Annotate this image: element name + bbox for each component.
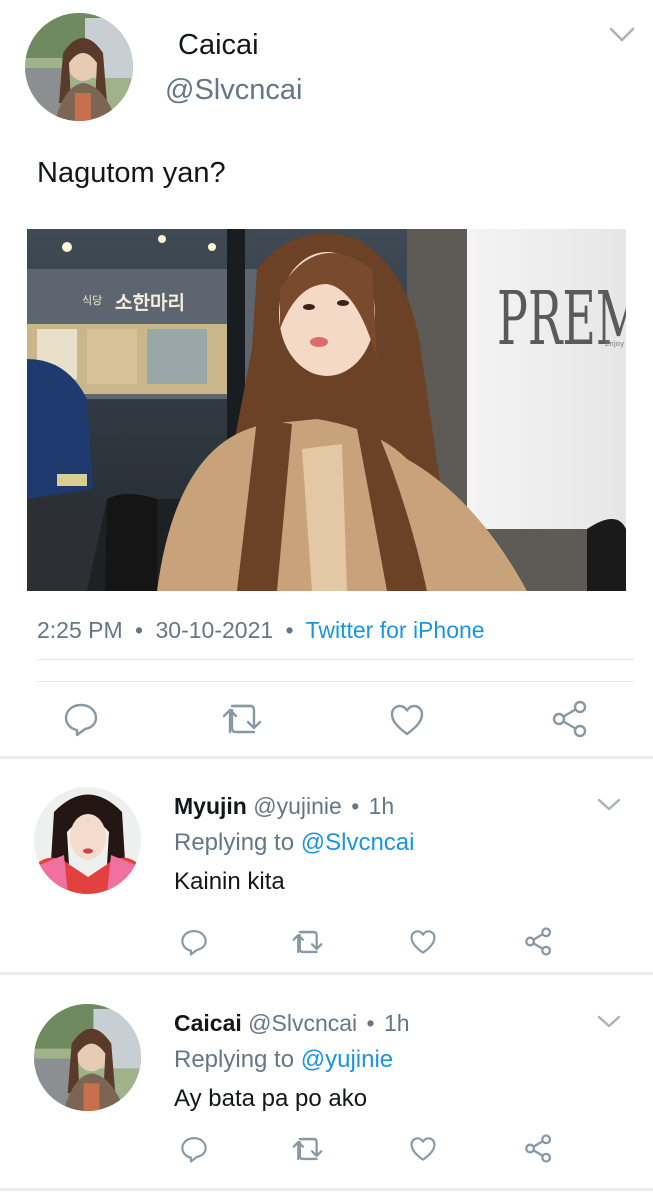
photo-sign-small: Enjoy th bbox=[605, 340, 626, 348]
chevron-down-icon[interactable] bbox=[596, 1014, 622, 1030]
tweet-meta: 2:25 PM • 30-10-2021 • Twitter for iPhon… bbox=[37, 617, 485, 644]
avatar[interactable] bbox=[25, 13, 133, 121]
reply-time: 1h bbox=[368, 793, 395, 819]
reply-icon[interactable] bbox=[180, 1135, 208, 1163]
like-icon[interactable] bbox=[389, 703, 425, 737]
tweet-divider bbox=[0, 1188, 653, 1191]
tweet-time: 2:25 PM bbox=[37, 617, 123, 643]
replying-to: Replying to @yujinie bbox=[174, 1046, 393, 1074]
avatar-photo bbox=[25, 13, 133, 121]
meta-separator: • bbox=[285, 617, 294, 643]
chevron-down-icon[interactable] bbox=[609, 27, 635, 43]
meta-separator: • bbox=[351, 793, 360, 819]
handle[interactable]: @Slvcncai bbox=[248, 1010, 357, 1036]
reply-header: Myujin @yujinie • 1h bbox=[174, 793, 394, 820]
photo-image: 식당 소한마리 PREMIUM PIZ Enjoy th bbox=[27, 229, 626, 591]
replying-to-link[interactable]: @yujinie bbox=[301, 1046, 393, 1073]
replying-to-label: Replying to bbox=[174, 1046, 295, 1073]
tweet-divider bbox=[0, 756, 653, 759]
share-icon[interactable] bbox=[524, 927, 553, 956]
like-icon[interactable] bbox=[409, 929, 437, 955]
tweet-photo[interactable]: 식당 소한마리 PREMIUM PIZ Enjoy th bbox=[27, 229, 626, 591]
reply-text: Kainin kita bbox=[174, 868, 285, 895]
tweet-source-link[interactable]: Twitter for iPhone bbox=[306, 617, 485, 643]
replying-to-label: Replying to bbox=[174, 829, 295, 856]
display-name[interactable]: Myujin bbox=[174, 793, 247, 819]
display-name[interactable]: Caicai bbox=[174, 1010, 242, 1036]
handle[interactable]: @Slvcncai bbox=[165, 74, 302, 107]
photo-sign-left: 식당 bbox=[82, 294, 102, 307]
avatar-photo bbox=[34, 787, 141, 894]
tweet-text: Nagutom yan? bbox=[37, 157, 226, 189]
avatar[interactable] bbox=[34, 787, 141, 894]
divider bbox=[37, 681, 634, 682]
reply-time: 1h bbox=[384, 1010, 410, 1036]
photo-sign-premium: PREMIUM PIZ bbox=[497, 275, 626, 362]
display-name[interactable]: Caicai bbox=[178, 29, 259, 62]
meta-separator: • bbox=[366, 1010, 375, 1036]
avatar[interactable] bbox=[34, 1004, 141, 1111]
tweet-date: 30-10-2021 bbox=[155, 617, 274, 643]
avatar-photo bbox=[34, 1004, 141, 1111]
replying-to-link[interactable]: @Slvcncai bbox=[301, 829, 415, 856]
reply-icon[interactable] bbox=[63, 701, 99, 737]
like-icon[interactable] bbox=[409, 1136, 437, 1162]
chevron-down-icon[interactable] bbox=[596, 797, 622, 813]
share-icon[interactable] bbox=[551, 700, 589, 738]
tweet-divider bbox=[0, 972, 653, 975]
handle[interactable]: @yujinie bbox=[253, 793, 342, 819]
replying-to: Replying to @Slvcncai bbox=[174, 829, 414, 857]
retweet-icon[interactable] bbox=[292, 1136, 326, 1162]
reply-text: Ay bata pa po ako bbox=[174, 1085, 368, 1112]
retweet-icon[interactable] bbox=[292, 929, 326, 955]
photo-sign-korean: 소한마리 bbox=[115, 292, 185, 314]
divider bbox=[37, 659, 634, 660]
retweet-icon[interactable] bbox=[222, 702, 266, 736]
reply-icon[interactable] bbox=[180, 928, 208, 956]
share-icon[interactable] bbox=[524, 1134, 553, 1163]
meta-separator: • bbox=[135, 617, 144, 643]
reply-header: Caicai @Slvcncai • 1h bbox=[174, 1010, 410, 1037]
